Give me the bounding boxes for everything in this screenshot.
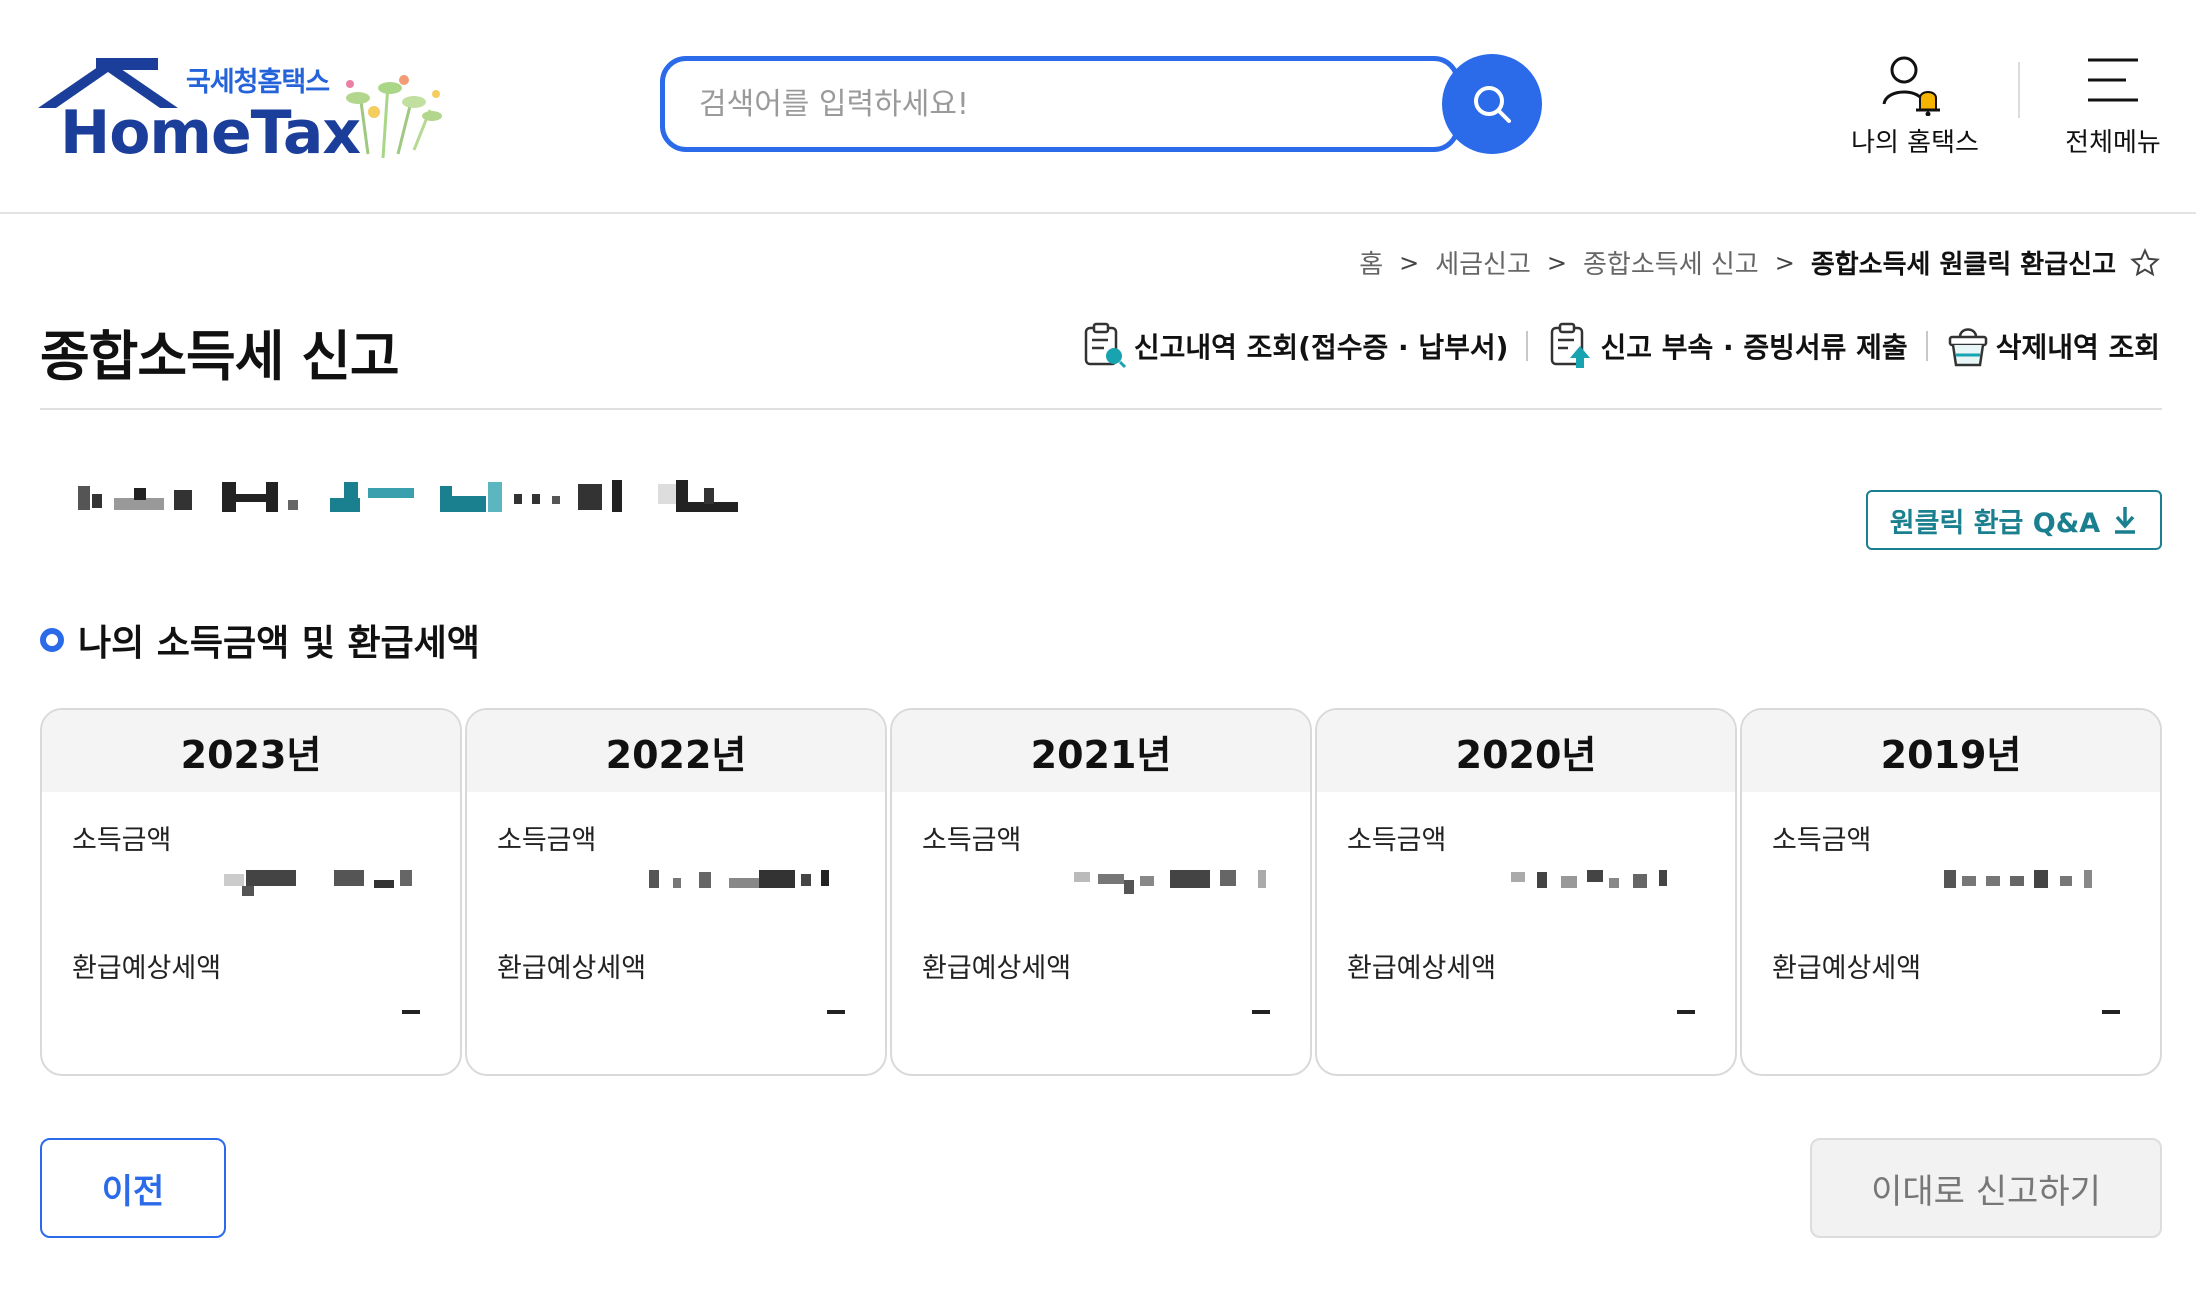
chevron-right-icon: > xyxy=(1774,248,1795,277)
document-upload-icon xyxy=(1551,322,1591,368)
title-divider xyxy=(40,408,2162,410)
attach-docs-label: 신고 부속 · 증빙서류 제출 xyxy=(1600,331,1908,364)
attach-docs-link[interactable]: 신고 부속 · 증빙서류 제출 xyxy=(1546,322,1908,370)
qa-button-label: 원클릭 환급 Q&A xyxy=(1889,507,2101,539)
oneclick-qa-download-button[interactable]: 원클릭 환급 Q&A xyxy=(1866,490,2162,550)
chevron-right-icon: > xyxy=(1399,248,1420,277)
refund-label: 환급예상세액 xyxy=(72,953,222,984)
refund-value-empty xyxy=(1677,1010,1695,1014)
redacted-income-value xyxy=(1499,870,1709,900)
redacted-income-value xyxy=(224,870,434,900)
redacted-income-value xyxy=(1924,870,2134,900)
user-bell-icon xyxy=(1882,56,1940,116)
section-title: 나의 소득금액 및 환급세액 xyxy=(40,614,480,666)
year-card: 2019년 소득금액 환급예상세액 xyxy=(1740,708,2162,1076)
prev-button[interactable]: 이전 xyxy=(40,1138,226,1238)
year-card: 2021년 소득금액 환급예상세액 xyxy=(890,708,1312,1076)
card-year: 2021년 xyxy=(892,710,1310,792)
redacted-income-value xyxy=(1074,870,1284,900)
year-card: 2022년 소득금액 환급예상세액 xyxy=(465,708,887,1076)
hamburger-menu-icon xyxy=(2088,58,2138,102)
refund-value-empty xyxy=(827,1010,845,1014)
yearly-cards: 2023년 소득금액 환급예상세액 2022년 소득금액 환급예상세액 2021… xyxy=(40,708,2162,1076)
refund-label: 환급예상세액 xyxy=(497,953,647,984)
search-icon xyxy=(1474,86,1511,123)
card-year: 2023년 xyxy=(42,710,460,792)
breadcrumb-current: 종합소득세 원클릭 환급신고 xyxy=(1810,250,2116,280)
redacted-income-value xyxy=(649,870,859,900)
search-box xyxy=(660,56,1460,152)
logo-wordmark: HomeTax xyxy=(60,98,361,168)
breadcrumb-home[interactable]: 홈 xyxy=(1359,244,1383,281)
download-icon xyxy=(2115,507,2136,534)
history-link[interactable]: 신고내역 조회(접수증 · 납부서) xyxy=(1080,322,1509,370)
all-menu-button[interactable]: 전체메뉴 xyxy=(2048,50,2178,160)
my-hometax-label: 나의 홈택스 xyxy=(1851,128,1979,158)
search-bar xyxy=(660,54,1542,154)
refund-value-empty xyxy=(2102,1010,2120,1014)
search-input[interactable] xyxy=(699,61,1419,147)
breadcrumb: 홈 > 세금신고 > 종합소득세 신고 > 종합소득세 원클릭 환급신고 xyxy=(1359,244,2160,281)
favorite-star-icon[interactable] xyxy=(2130,247,2160,278)
title-actions: 신고내역 조회(접수증 · 납부서) 신고 부속 · 증빙서류 제출 삭제내역 … xyxy=(1080,322,2160,370)
card-year: 2022년 xyxy=(467,710,885,792)
refund-value-empty xyxy=(1252,1010,1270,1014)
deleted-history-link[interactable]: 삭제내역 조회 xyxy=(1946,323,2160,369)
year-card: 2023년 소득금액 환급예상세액 xyxy=(40,708,462,1076)
my-hometax-button[interactable]: 나의 홈택스 xyxy=(1840,50,1990,160)
income-label: 소득금액 xyxy=(497,825,597,856)
trash-basket-icon xyxy=(1948,328,1987,367)
refund-label: 환급예상세액 xyxy=(1772,953,1922,984)
action-divider xyxy=(1925,331,1928,361)
hometax-logo[interactable]: 국세청홈택스 HomeTax xyxy=(38,54,468,168)
deleted-history-label: 삭제내역 조회 xyxy=(1995,331,2160,364)
search-button[interactable] xyxy=(1442,54,1542,154)
page-title: 종합소득세 신고 xyxy=(40,325,400,388)
chevron-right-icon: > xyxy=(1546,248,1568,277)
refund-label: 환급예상세액 xyxy=(922,953,1072,984)
income-label: 소득금액 xyxy=(922,825,1022,856)
logo-subtitle: 국세청홈택스 xyxy=(186,67,330,98)
action-divider xyxy=(1526,331,1529,361)
header-divider xyxy=(2018,62,2020,118)
bullet-circle-icon xyxy=(40,628,64,652)
income-label: 소득금액 xyxy=(72,825,172,856)
year-card: 2020년 소득금액 환급예상세액 xyxy=(1315,708,1737,1076)
refund-label: 환급예상세액 xyxy=(1347,953,1497,984)
document-search-icon xyxy=(1084,322,1126,369)
submit-report-button[interactable]: 이대로 신고하기 xyxy=(1810,1138,2162,1238)
history-link-label: 신고내역 조회(접수증 · 납부서) xyxy=(1133,331,1509,364)
redacted-welcome-text xyxy=(74,474,854,520)
income-label: 소득금액 xyxy=(1772,825,1872,856)
section-title-text: 나의 소득금액 및 환급세액 xyxy=(78,623,480,664)
income-label: 소득금액 xyxy=(1347,825,1447,856)
refund-value-empty xyxy=(402,1010,420,1014)
site-header: 국세청홈택스 HomeTax 나의 홈택스 전체메뉴 xyxy=(0,0,2196,214)
all-menu-label: 전체메뉴 xyxy=(2065,128,2161,158)
card-year: 2020년 xyxy=(1317,710,1735,792)
breadcrumb-income-tax[interactable]: 종합소득세 신고 xyxy=(1583,244,1759,281)
card-year: 2019년 xyxy=(1742,710,2160,792)
breadcrumb-tax-report[interactable]: 세금신고 xyxy=(1435,244,1531,281)
